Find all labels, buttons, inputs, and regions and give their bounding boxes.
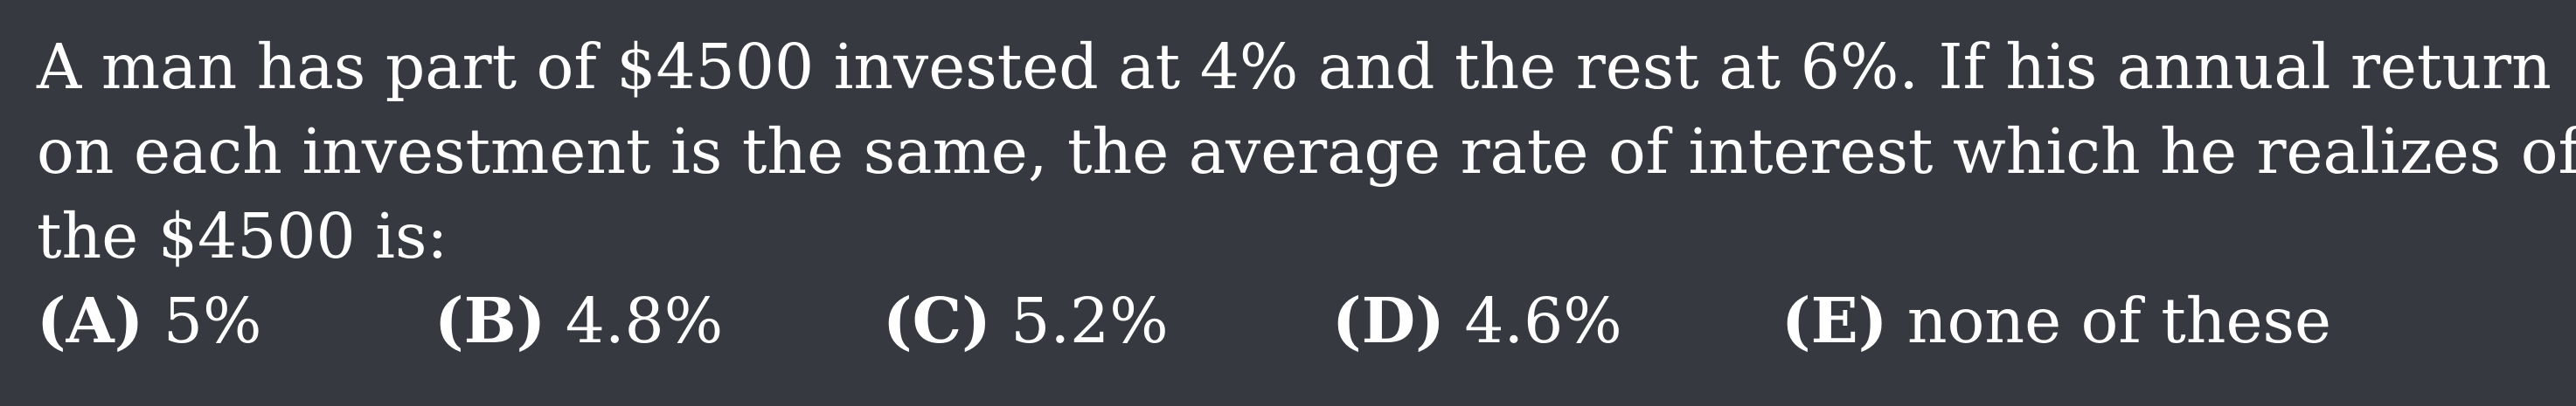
choice-e-text: none of these [1906,285,2331,357]
choice-c-letter: (C) [883,284,991,357]
question-line-1: A man has part of $4500 invested at 4% a… [37,31,2552,103]
choice-c-text: 5.2% [1010,285,1169,357]
choice-b[interactable]: (B) 4.8% [434,279,723,363]
choice-c[interactable]: (C) 5.2% [883,279,1169,363]
choice-a-text: 5% [163,285,262,357]
choice-d-text: 4.6% [1464,285,1622,357]
question-line-2: on each investment is the same, the aver… [37,115,2576,188]
question-line-3: the $4500 is: [37,200,448,272]
choice-e[interactable]: (E) none of these [1781,279,2331,363]
choice-a-letter: (A) [37,284,144,357]
choice-a[interactable]: (A) 5% [37,279,262,363]
answer-choices: (A) 5% (B) 4.8% (C) 5.2% (D) 4.6% (E) no… [37,279,2554,363]
choice-b-letter: (B) [434,284,546,357]
choice-e-letter: (E) [1781,284,1888,357]
choice-b-text: 4.8% [565,285,724,357]
choice-d[interactable]: (D) 4.6% [1332,279,1622,363]
choice-d-letter: (D) [1332,284,1445,357]
problem-statement: A man has part of $4500 invested at 4% a… [37,24,2576,363]
